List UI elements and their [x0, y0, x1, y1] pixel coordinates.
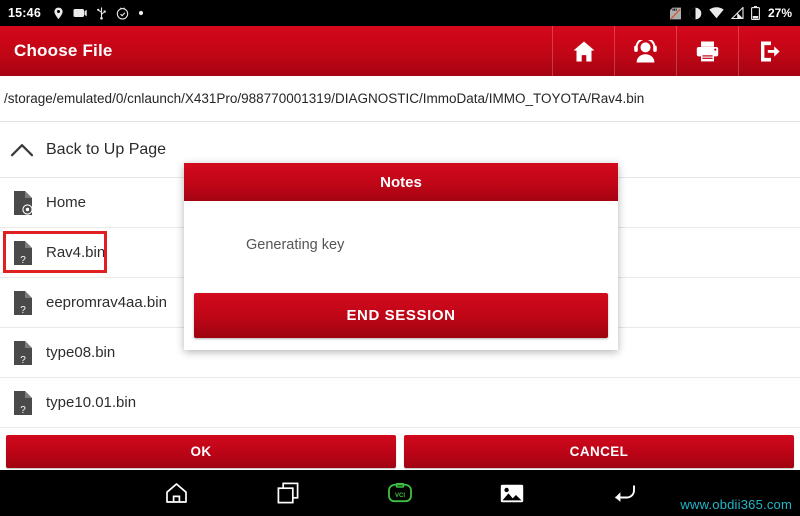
file-unknown-icon: ? — [14, 240, 32, 266]
home-icon — [573, 41, 594, 61]
file-unknown-icon: ? — [14, 390, 32, 416]
nav-home-button[interactable] — [149, 470, 203, 516]
screenshot-icon — [116, 7, 129, 20]
notes-dialog: Notes Generating key END SESSION — [184, 163, 618, 350]
dialog-message: Generating key — [246, 237, 345, 253]
signal-icon — [730, 7, 744, 19]
list-item-label: eepromrav4aa.bin — [46, 294, 167, 311]
status-left-icons — [53, 7, 144, 20]
cast-screen-icon — [73, 9, 87, 17]
app-bar-tools — [552, 26, 800, 76]
nav-recents-button[interactable] — [261, 470, 315, 516]
back-to-up-page-label: Back to Up Page — [46, 140, 167, 158]
svg-text:VCI: VCI — [395, 493, 405, 499]
status-clock: 15:46 — [8, 6, 41, 20]
app-bar: Choose File — [0, 26, 800, 76]
list-item-label: type08.bin — [46, 344, 116, 361]
list-item-label: Rav4.bin — [46, 244, 106, 261]
svg-text:?: ? — [20, 255, 26, 266]
list-item-label: Home — [46, 194, 87, 211]
usb-icon — [97, 7, 106, 20]
screen-root: 15:46 27% Choose File /storage/emulated/… — [0, 0, 800, 516]
chevron-up-icon — [10, 143, 34, 156]
dialog-footer: END SESSION — [184, 289, 618, 350]
print-icon — [696, 41, 719, 61]
nav-home-icon — [165, 483, 187, 503]
page-title: Choose File — [14, 41, 113, 60]
nav-gallery-button[interactable] — [485, 470, 539, 516]
status-right-icons: 27% — [669, 6, 792, 20]
file-path-bar: /storage/emulated/0/cnlaunch/X431Pro/988… — [0, 76, 800, 122]
dot-icon — [138, 10, 144, 16]
dialog-title: Notes — [184, 163, 618, 201]
support-headset-icon — [634, 39, 657, 62]
nav-gallery-icon — [500, 484, 524, 502]
site-watermark: www.obdii365.com — [680, 497, 792, 512]
nav-vci-button[interactable]: VCI — [373, 470, 427, 516]
list-item-label: type10.01.bin — [46, 394, 137, 411]
end-session-button[interactable]: END SESSION — [194, 293, 608, 338]
nav-back-button[interactable] — [597, 470, 651, 516]
file-unknown-icon: ? — [14, 290, 32, 316]
dialog-body: Generating key — [184, 201, 618, 289]
status-bar: 15:46 27% — [0, 0, 800, 26]
list-item[interactable]: ? type10.01.bin — [0, 378, 800, 428]
print-button[interactable] — [676, 26, 738, 76]
nav-recents-icon — [277, 482, 299, 504]
location-pin-icon — [54, 7, 63, 19]
home-button[interactable] — [552, 26, 614, 76]
battery-percent-label: 27% — [767, 6, 792, 20]
svg-text:?: ? — [20, 305, 26, 316]
sd-card-icon — [669, 7, 681, 19]
ok-button[interactable]: OK — [6, 434, 396, 468]
file-path-text: /storage/emulated/0/cnlaunch/X431Pro/988… — [4, 91, 645, 106]
action-bar: OK CANCEL — [0, 432, 800, 470]
nav-vci-icon: VCI — [388, 483, 412, 503]
file-settings-icon — [14, 190, 33, 215]
exit-button[interactable] — [738, 26, 800, 76]
do-not-disturb-icon — [689, 7, 702, 19]
exit-icon — [760, 41, 780, 61]
battery-icon — [751, 6, 760, 20]
cancel-button[interactable]: CANCEL — [404, 434, 794, 468]
wifi-icon — [709, 7, 724, 19]
support-button[interactable] — [614, 26, 676, 76]
file-unknown-icon: ? — [14, 340, 32, 366]
svg-text:?: ? — [20, 405, 26, 416]
svg-text:?: ? — [20, 355, 26, 366]
nav-back-icon — [615, 485, 635, 502]
